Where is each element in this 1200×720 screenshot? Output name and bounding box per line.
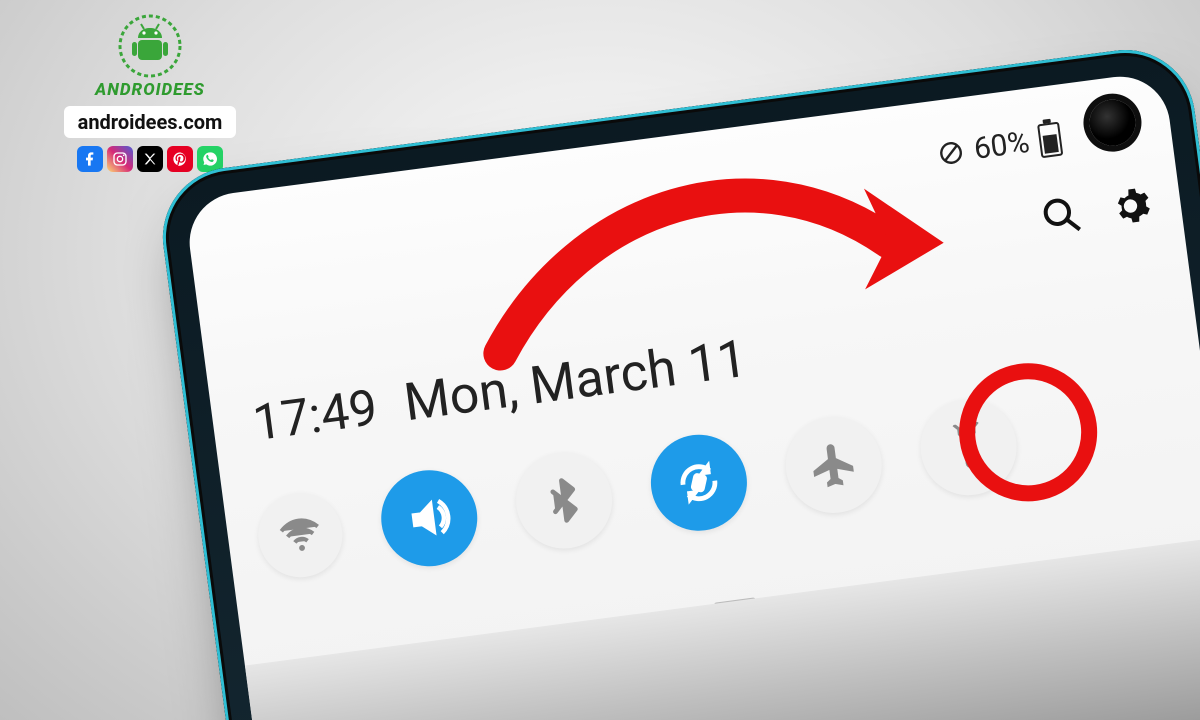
datetime-row: 17:49 Mon, March 11 <box>249 328 750 453</box>
battery-percentage: 60% <box>972 125 1032 167</box>
search-icon[interactable] <box>1039 193 1084 242</box>
clock-date: Mon, March 11 <box>401 328 751 434</box>
toggle-sound[interactable] <box>375 464 483 572</box>
panel-actions <box>1039 184 1154 242</box>
punch-hole-camera <box>1087 97 1139 149</box>
thumbnail-stage: ANDROIDEES androidees.com 60% <box>0 0 1200 720</box>
brand-name: ANDROIDEES <box>55 80 245 100</box>
gear-icon[interactable] <box>1108 184 1153 233</box>
bluetooth-icon <box>537 474 591 528</box>
volume-icon <box>402 491 456 545</box>
androidees-logo-icon <box>118 14 182 78</box>
status-bar: 60% <box>936 121 1063 172</box>
toggle-flashlight[interactable] <box>915 393 1023 501</box>
toggle-airplane[interactable] <box>780 411 888 519</box>
no-sign-icon <box>937 138 966 167</box>
toggle-wifi[interactable] <box>253 488 347 582</box>
clock-time: 17:49 <box>250 379 381 453</box>
battery-icon <box>1037 121 1063 158</box>
rotate-icon <box>672 456 726 510</box>
flashlight-icon <box>942 420 996 474</box>
toggle-autorotate[interactable] <box>645 429 753 537</box>
wifi-icon <box>276 511 325 560</box>
phone-frame: 60% 17:49 Mon, March 11 <box>154 41 1200 720</box>
phone-wrapper: 60% 17:49 Mon, March 11 <box>26 0 1200 720</box>
airplane-icon <box>807 438 861 492</box>
toggle-bluetooth[interactable] <box>510 447 618 555</box>
phone-screen: 60% 17:49 Mon, March 11 <box>184 71 1200 720</box>
